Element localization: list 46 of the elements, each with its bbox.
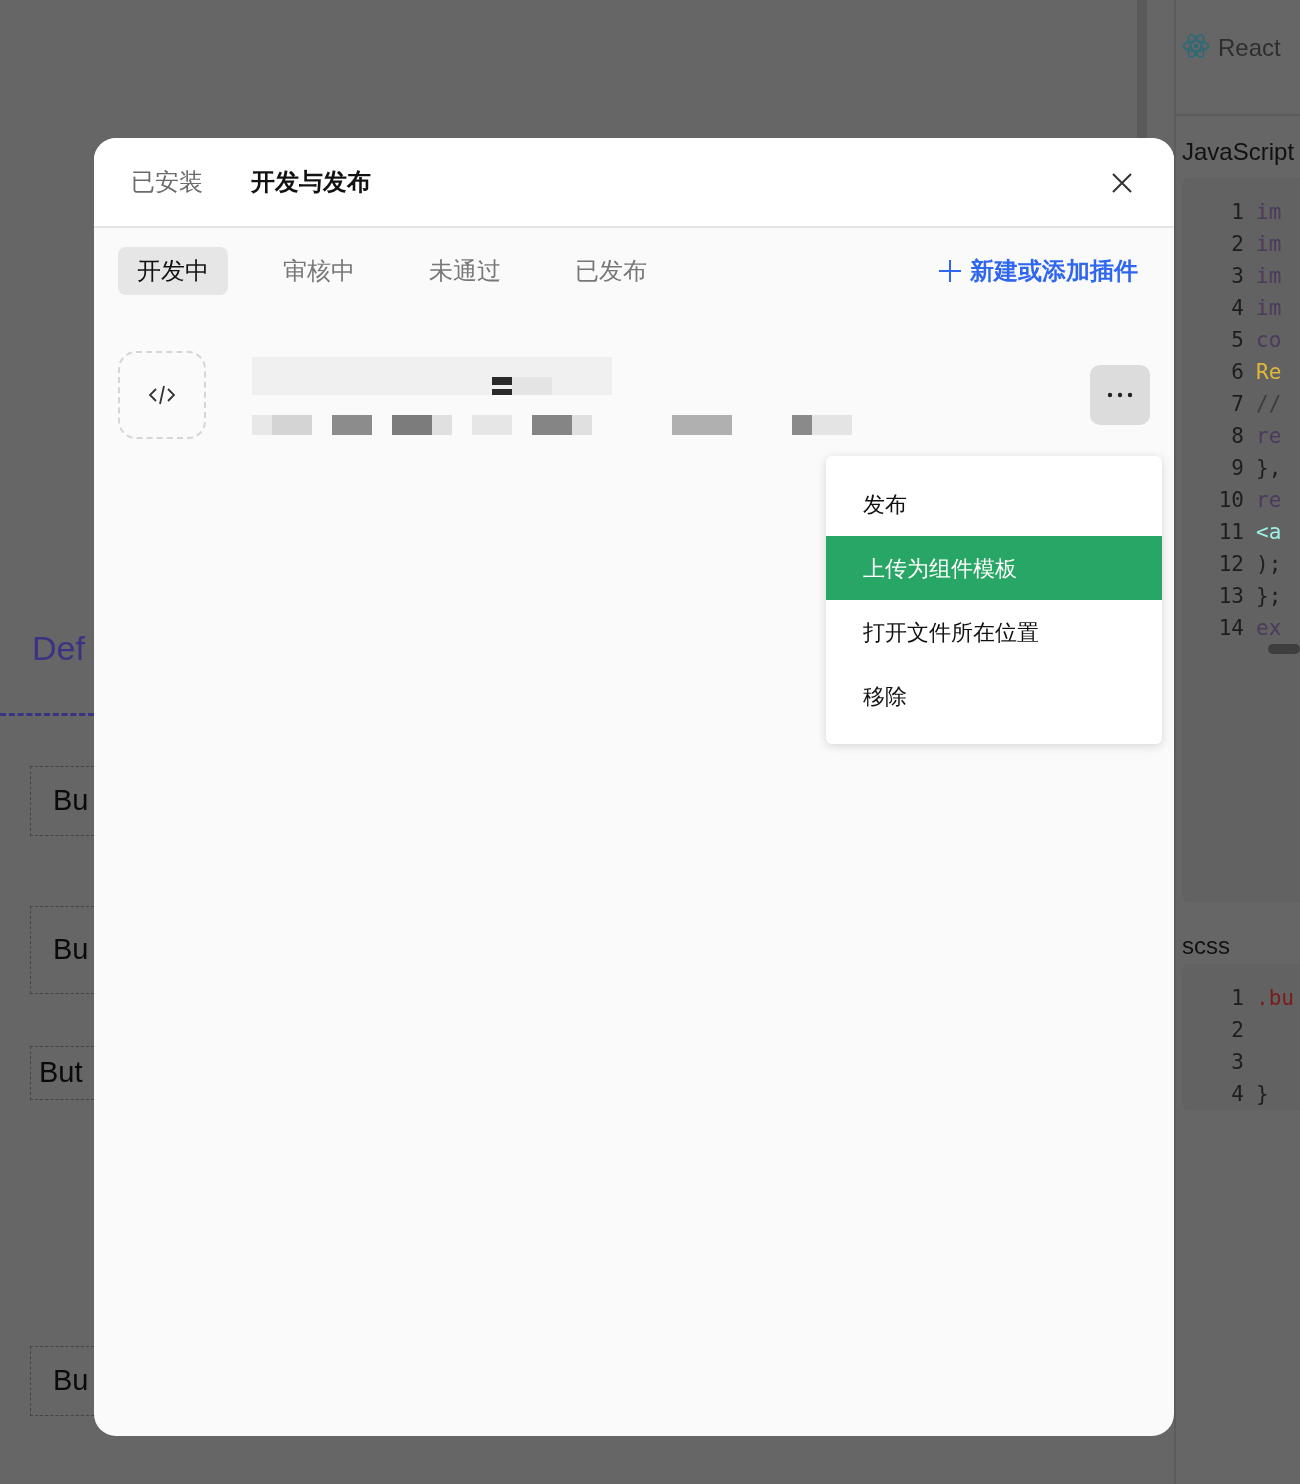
language-label[interactable]: scss bbox=[1176, 902, 1300, 964]
add-plugin-button[interactable]: 新建或添加插件 bbox=[938, 253, 1138, 289]
code-text: // bbox=[1256, 391, 1282, 418]
line-number: 5 bbox=[1230, 327, 1244, 354]
framework-selector[interactable]: React bbox=[1218, 30, 1281, 66]
tab[interactable]: 开发与发布 bbox=[251, 164, 371, 200]
code-icon bbox=[149, 385, 175, 405]
line-number: 13 bbox=[1217, 583, 1244, 610]
line-number: 1 bbox=[1230, 199, 1244, 226]
line-number: 11 bbox=[1217, 519, 1244, 546]
menu-item[interactable]: 打开文件所在位置 bbox=[826, 600, 1162, 664]
close-icon bbox=[1111, 171, 1133, 194]
scrollbar bbox=[1268, 644, 1300, 654]
code-text: ); bbox=[1256, 551, 1282, 578]
line-number: 12 bbox=[1217, 551, 1244, 578]
sub-tab[interactable]: 开发中 bbox=[118, 247, 228, 295]
code-text: }; bbox=[1256, 583, 1282, 610]
language-label[interactable]: JavaScript bbox=[1176, 116, 1300, 178]
line-number: 9 bbox=[1230, 455, 1244, 482]
sub-tab[interactable]: 已发布 bbox=[556, 247, 666, 295]
line-number: 3 bbox=[1230, 263, 1244, 290]
line-number: 4 bbox=[1230, 1081, 1244, 1108]
tab[interactable]: 已安装 bbox=[131, 164, 203, 200]
code-text: } bbox=[1256, 1081, 1269, 1108]
plus-icon bbox=[938, 259, 962, 283]
menu-item[interactable]: 发布 bbox=[826, 472, 1162, 536]
line-number: 2 bbox=[1230, 1017, 1244, 1044]
line-number: 6 bbox=[1230, 359, 1244, 386]
sub-tab[interactable]: 未通过 bbox=[410, 247, 520, 295]
code-text: <a bbox=[1256, 519, 1282, 546]
line-number: 7 bbox=[1230, 391, 1244, 418]
line-number: 8 bbox=[1230, 423, 1244, 450]
line-number: 3 bbox=[1230, 1049, 1244, 1076]
sub-tab[interactable]: 审核中 bbox=[264, 247, 374, 295]
menu-item[interactable]: 上传为组件模板 bbox=[826, 536, 1162, 600]
line-number: 2 bbox=[1230, 231, 1244, 258]
line-number: 14 bbox=[1217, 615, 1244, 642]
code-text: Re bbox=[1256, 359, 1282, 386]
line-number: 4 bbox=[1230, 295, 1244, 322]
menu-item[interactable]: 移除 bbox=[826, 664, 1162, 728]
more-icon bbox=[1107, 392, 1133, 398]
line-number: 10 bbox=[1217, 487, 1244, 514]
line-number: 1 bbox=[1230, 985, 1244, 1012]
react-logo-icon bbox=[1182, 32, 1210, 60]
code-text: .bu bbox=[1256, 985, 1294, 1012]
code-text: }, bbox=[1256, 455, 1282, 482]
